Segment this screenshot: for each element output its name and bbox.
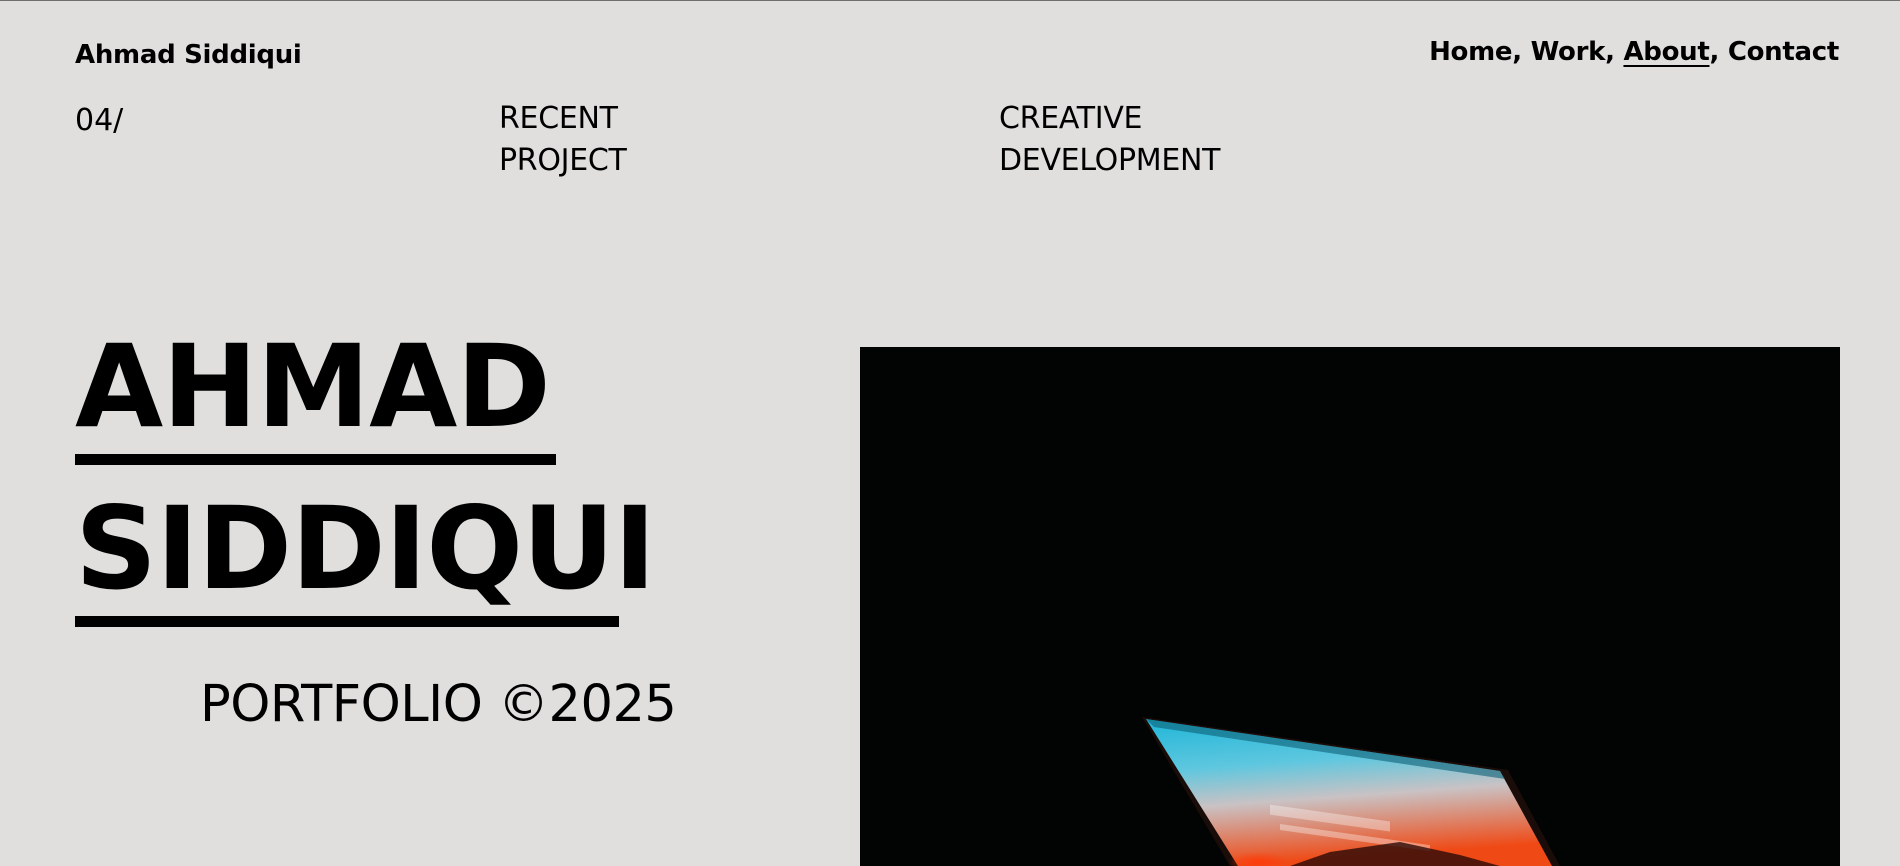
top-border: [0, 0, 1900, 1]
hero-last-name: SIDDIQUI: [75, 482, 656, 615]
meta-line: CREATIVE: [999, 101, 1143, 136]
nav-about-link[interactable]: About: [1623, 37, 1709, 67]
meta-line: RECENT: [499, 101, 618, 136]
site-brand[interactable]: Ahmad Siddiqui: [75, 42, 302, 68]
meta-creative-development: CREATIVE DEVELOPMENT: [999, 98, 1220, 182]
main-nav: Home, Work, About, Contact: [1429, 39, 1839, 65]
hero-underline: [75, 616, 619, 627]
portfolio-caption: PORTFOLIO ©2025: [200, 675, 677, 734]
hero-first-name: AHMAD: [75, 320, 551, 453]
nav-separator: ,: [1605, 37, 1624, 67]
nav-home-link[interactable]: Home: [1429, 37, 1512, 67]
laptop-photo-graphic: [860, 347, 1840, 866]
meta-recent-project: RECENT PROJECT: [499, 98, 627, 182]
meta-line: DEVELOPMENT: [999, 143, 1221, 178]
nav-contact-link[interactable]: Contact: [1728, 37, 1839, 67]
hero-photo: [860, 347, 1840, 866]
nav-separator: ,: [1512, 37, 1531, 67]
meta-line: PROJECT: [499, 143, 627, 178]
section-counter: 04/: [75, 103, 124, 138]
hero-underline: [75, 454, 556, 465]
nav-separator: ,: [1709, 37, 1728, 67]
nav-work-link[interactable]: Work: [1531, 37, 1606, 67]
